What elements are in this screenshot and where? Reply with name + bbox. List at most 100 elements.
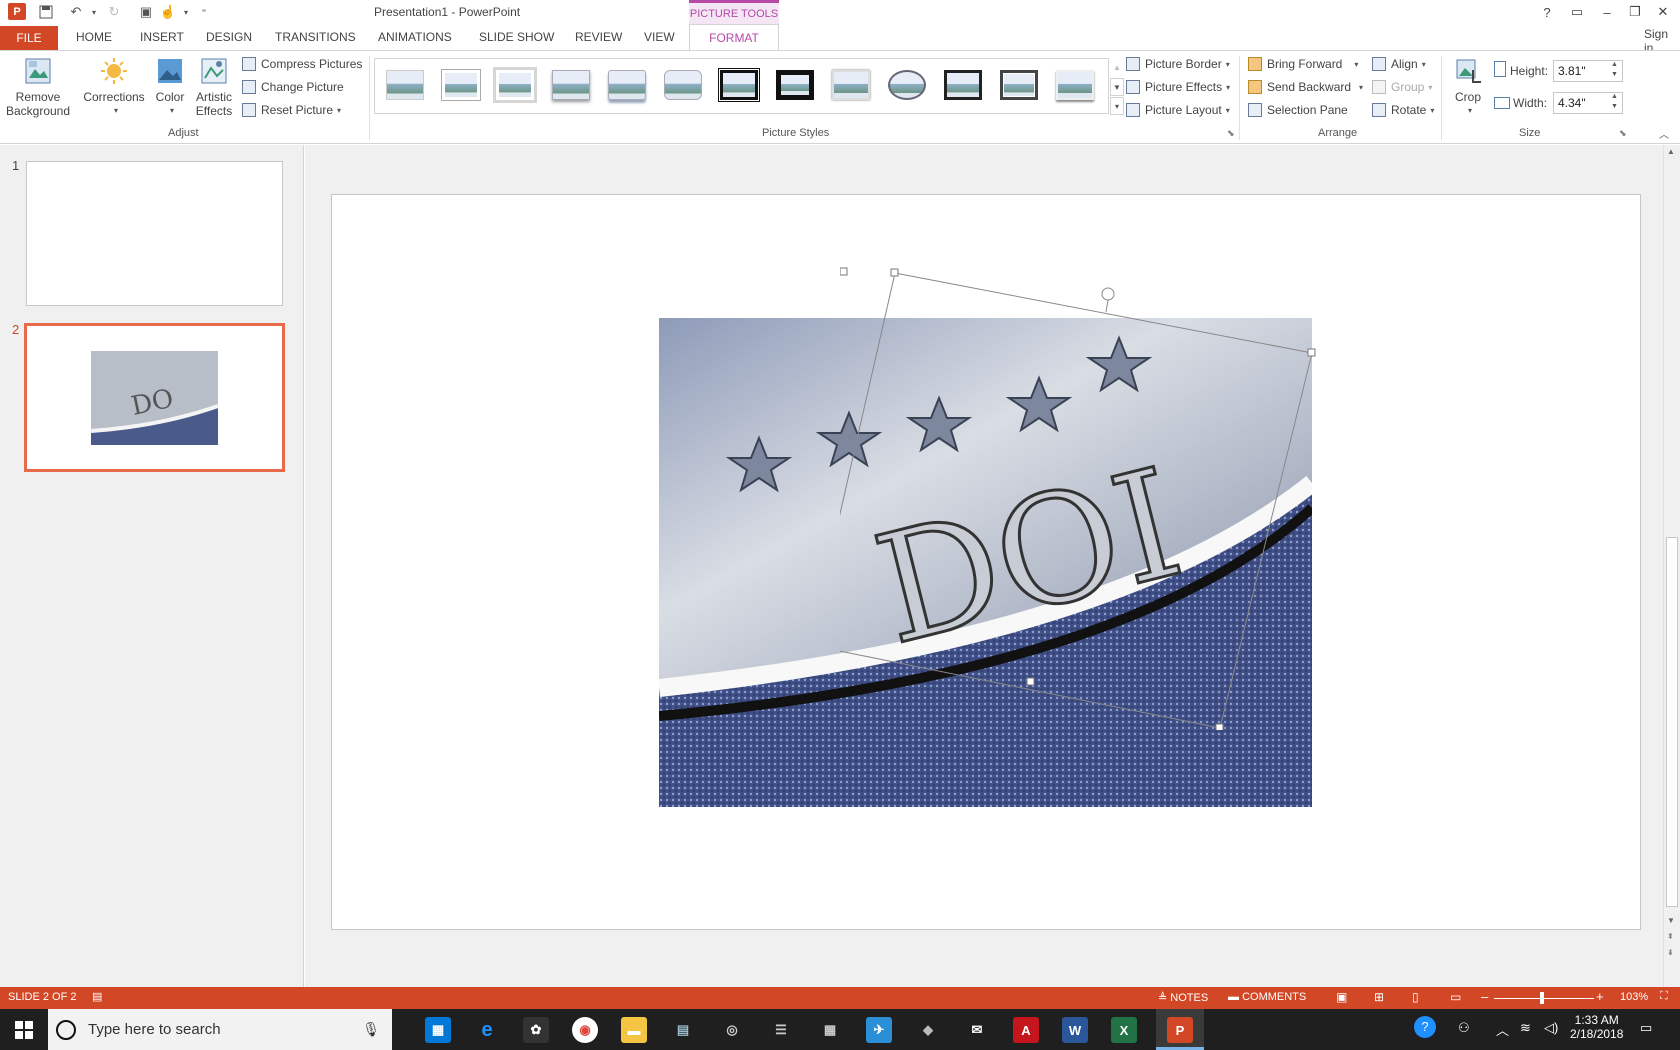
volume-icon[interactable]: ◁) [1544, 1020, 1558, 1036]
tab-format[interactable]: FORMAT [689, 24, 779, 51]
zoom-slider-thumb[interactable] [1540, 992, 1544, 1004]
crop-button[interactable]: Crop ▾ [1450, 56, 1486, 118]
close-icon[interactable]: ✕ [1650, 2, 1676, 22]
gallery-scroll-down-icon[interactable]: ▼ [1110, 78, 1124, 96]
picture-style-option[interactable] [383, 67, 427, 103]
picture-style-option[interactable] [605, 67, 649, 103]
excel-icon[interactable]: X [1111, 1017, 1137, 1043]
paint-icon[interactable]: ✿ [523, 1017, 549, 1043]
tab-insert[interactable]: INSERT [140, 30, 184, 44]
chevron-up-icon[interactable]: ︿ [1496, 1020, 1509, 1039]
tab-animations[interactable]: ANIMATIONS [378, 30, 452, 44]
selection-pane-button[interactable]: Selection Pane [1248, 100, 1348, 120]
corrections-button[interactable]: Corrections ▾ [82, 56, 146, 118]
picture-style-option[interactable] [885, 67, 929, 103]
restore-icon[interactable]: ❐ [1622, 2, 1648, 22]
resize-handle[interactable] [890, 268, 899, 277]
start-button[interactable] [0, 1009, 48, 1050]
scroll-down-icon[interactable]: ▼ [1667, 916, 1675, 925]
width-spinner-icon[interactable]: ▲ ▼ [1611, 92, 1618, 112]
store-icon[interactable]: ▦ [425, 1017, 451, 1043]
taskbar-search[interactable]: Type here to search 🎙 [48, 1009, 392, 1050]
help-icon[interactable]: ? [1534, 2, 1560, 22]
gallery-more-icon[interactable]: ▾ [1110, 97, 1124, 115]
rotate-button[interactable]: Rotate ▾ [1372, 100, 1434, 120]
redo-icon[interactable]: ↻ [104, 2, 124, 22]
rotation-handle-icon[interactable] [1101, 287, 1115, 301]
resize-handle[interactable] [1215, 723, 1224, 730]
dialog-launcher-icon[interactable]: ⬊ [1227, 128, 1235, 139]
picture-style-option[interactable] [493, 67, 537, 103]
edge-icon[interactable]: e [474, 1017, 500, 1043]
size-dialog-launcher-icon[interactable]: ⬊ [1619, 128, 1627, 139]
computer-icon[interactable]: ▤ [670, 1017, 696, 1043]
touch-dropdown-icon[interactable]: ▾ [176, 2, 196, 22]
save-icon[interactable] [36, 2, 56, 22]
notes-button[interactable]: ≜ NOTES [1158, 991, 1208, 1004]
touch-mode-icon[interactable]: ☝ [158, 2, 178, 22]
camera-icon[interactable]: ◎ [719, 1017, 745, 1043]
file-explorer-icon[interactable]: ▬ [621, 1017, 647, 1043]
zoom-slider[interactable] [1494, 998, 1594, 999]
tab-design[interactable]: DESIGN [206, 30, 252, 44]
resize-handle[interactable] [1307, 348, 1316, 357]
slide-sorter-icon[interactable]: ⊞ [1374, 990, 1384, 1004]
undo-dropdown-icon[interactable]: ▾ [84, 2, 104, 22]
artistic-effects-button[interactable]: Artistic Effects [190, 56, 238, 118]
remove-background-button[interactable]: Remove Background [6, 56, 70, 118]
start-from-beginning-icon[interactable]: ▣ [136, 2, 156, 22]
picture-effects-button[interactable]: Picture Effects ▾ [1126, 77, 1230, 97]
resize-handle[interactable] [840, 267, 848, 276]
calculator-icon[interactable]: ▦ [817, 1017, 843, 1043]
picture-style-option[interactable] [829, 67, 873, 103]
ribbon-display-options-icon[interactable]: ▭ [1564, 2, 1590, 22]
scroll-thumb[interactable] [1666, 537, 1678, 907]
settings-sliders-icon[interactable]: ☰ [768, 1017, 794, 1043]
normal-view-icon[interactable]: ▣ [1336, 990, 1347, 1004]
color-button[interactable]: Color ▾ [152, 56, 188, 118]
previous-slide-icon[interactable]: ⇞ [1667, 932, 1674, 941]
resize-handle[interactable] [1026, 677, 1035, 686]
gallery-scroll-up-icon[interactable]: ▲ [1110, 58, 1124, 76]
picture-layout-button[interactable]: Picture Layout ▾ [1126, 100, 1230, 120]
height-spinner-icon[interactable]: ▲ ▼ [1611, 60, 1618, 80]
slide-thumbnail-1[interactable] [26, 161, 283, 306]
scroll-up-icon[interactable]: ▲ [1667, 147, 1675, 156]
picture-style-option[interactable] [941, 67, 985, 103]
selection-frame[interactable] [840, 260, 1320, 730]
help-tray-icon[interactable]: ? [1414, 1016, 1436, 1038]
word-icon[interactable]: W [1062, 1017, 1088, 1043]
change-picture-button[interactable]: Change Picture [242, 77, 344, 97]
zoom-out-icon[interactable]: – [1481, 989, 1488, 1004]
send-backward-button[interactable]: Send Backward ▾ [1248, 77, 1363, 97]
mail-icon[interactable]: ✉ [964, 1017, 990, 1043]
app-launcher-icon[interactable]: ✈ [866, 1017, 892, 1043]
picture-style-option[interactable] [1053, 67, 1097, 103]
comments-button[interactable]: ▬ COMMENTS [1228, 991, 1306, 1003]
wifi-icon[interactable]: ≋ [1520, 1020, 1531, 1036]
fit-slide-icon[interactable]: ⛶ [1660, 990, 1668, 1003]
spell-check-icon[interactable]: ▤ [92, 990, 102, 1003]
reset-picture-button[interactable]: Reset Picture ▾ [242, 100, 341, 120]
customize-toolbar-icon[interactable]: ⁼ [194, 2, 214, 22]
zoom-in-icon[interactable]: + [1596, 989, 1604, 1004]
drive-icon[interactable]: ◆ [915, 1017, 941, 1043]
tab-slide-show[interactable]: SLIDE SHOW [479, 30, 554, 44]
tab-transitions[interactable]: TRANSITIONS [275, 30, 356, 44]
action-center-icon[interactable]: ▭ [1640, 1020, 1652, 1036]
group-button[interactable]: Group ▾ [1372, 77, 1432, 97]
bring-forward-button[interactable]: Bring Forward ▾ [1248, 54, 1358, 74]
tab-review[interactable]: REVIEW [575, 30, 622, 44]
align-button[interactable]: Align ▾ [1372, 54, 1426, 74]
undo-icon[interactable]: ↶ [66, 2, 86, 22]
picture-style-option[interactable] [997, 67, 1041, 103]
people-icon[interactable]: ⚇ [1458, 1020, 1470, 1036]
zoom-level[interactable]: 103% [1620, 991, 1648, 1003]
reading-view-icon[interactable]: ▯ [1412, 990, 1419, 1004]
tab-home[interactable]: HOME [76, 30, 112, 44]
tab-view[interactable]: VIEW [644, 30, 675, 44]
tab-file[interactable]: FILE [0, 26, 58, 50]
acrobat-icon[interactable]: A [1013, 1017, 1039, 1043]
chrome-icon[interactable]: ◉ [572, 1017, 598, 1043]
clock[interactable]: 1:33 AM 2/18/2018 [1570, 1013, 1623, 1041]
